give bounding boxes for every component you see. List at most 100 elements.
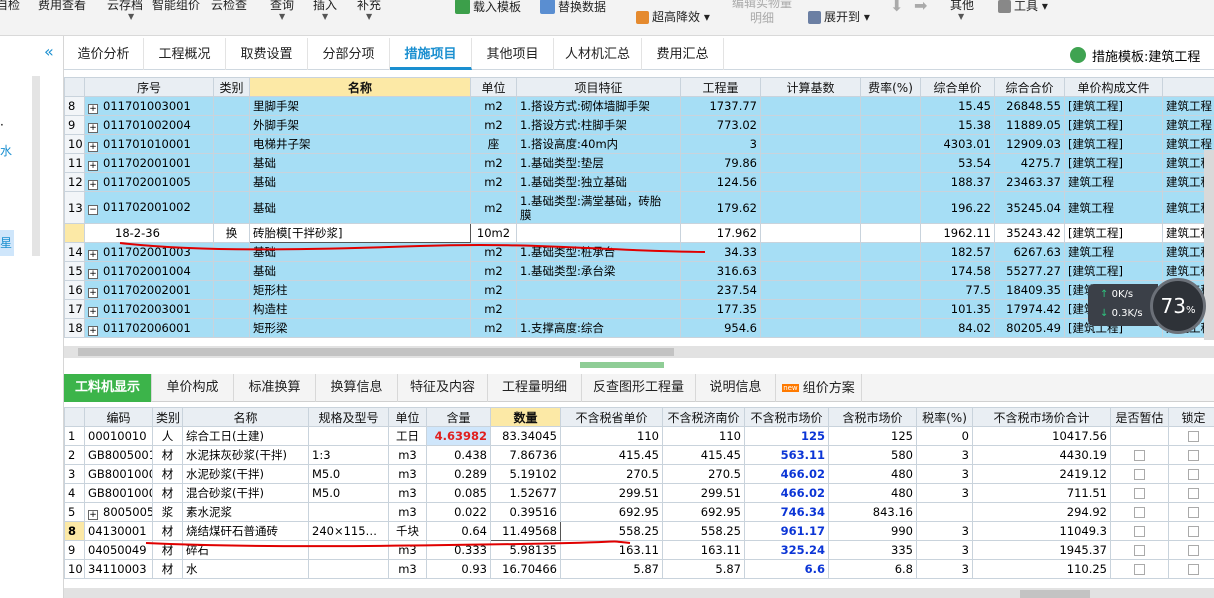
header-unit-price[interactable]: 综合单价 [920,77,995,97]
code-cell[interactable]: +011702002001 [84,280,214,300]
name-cell[interactable]: 基础 [249,172,471,192]
provisional-cell[interactable] [1110,540,1169,560]
name-cell[interactable]: 水泥抹灰砂浆(干拌) [182,445,309,465]
name-cell[interactable]: 水 [182,559,309,579]
provisional-cell[interactable] [1110,483,1169,503]
code-cell[interactable]: 00010010 [84,426,153,446]
table-row[interactable]: 1 00010010 人综合工日(土建) 工日 4.63982 83.34045 110 11… [64,426,1214,446]
tab-other-items[interactable]: 其他项目 [472,38,554,70]
tab-feature-content[interactable]: 特征及内容 [398,374,488,402]
expand-to-button[interactable]: 展开到 ▾ [808,8,870,25]
fee-view-button[interactable]: 费用查看 [38,0,86,13]
provisional-cell[interactable] [1110,464,1169,484]
tax-rate-cell[interactable]: 3 [916,559,973,579]
spec-cell[interactable]: 1:3 [308,445,389,465]
feature-cell[interactable]: 1.搭设方式:柱脚手架 [516,115,681,135]
feature-cell[interactable]: 1.基础类型:垫层 [516,153,681,173]
quantity-cell[interactable]: 316.63 [680,261,761,281]
unit-cell[interactable]: m2 [470,242,517,262]
expand-icon[interactable]: + [88,249,98,260]
provisional-checkbox[interactable] [1134,564,1145,575]
name-cell[interactable]: 基础 [249,242,471,262]
price-file-cell[interactable]: [建筑工程] [1064,153,1163,173]
content-cell[interactable]: 0.289 [426,464,491,484]
name-cell[interactable]: 综合工日(土建) [182,426,309,446]
quantity-cell[interactable]: 17.962 [680,223,761,243]
height-reduction-button[interactable]: 超高降效 ▾ [636,8,710,25]
table-row[interactable]: 18-2-36 换砖胎模[干拌砂浆] 10m2 17.962 1962.11 35243.… [64,223,1214,243]
code-cell[interactable]: +011702006001 [84,318,214,338]
price-file-cell[interactable]: [建筑工程] [1064,223,1163,243]
collapse-icon[interactable]: « [44,42,54,61]
header-seq[interactable]: 序号 [84,77,214,97]
name-cell[interactable]: 矩形柱 [249,280,471,300]
unit-cell[interactable]: m3 [388,483,427,503]
cloud-save-button[interactable]: 云存档 [107,0,143,13]
content-cell[interactable]: 0.333 [426,540,491,560]
lower-header-lock[interactable]: 锁定 [1168,407,1214,427]
category-cell[interactable] [213,172,250,192]
lower-header-quantity[interactable]: 数量 [490,407,561,427]
taxed-price-cell[interactable]: 125 [828,426,917,446]
expand-icon[interactable]: + [88,160,98,171]
provisional-cell[interactable] [1110,521,1169,541]
market-price-cell[interactable]: 466.02 [744,464,829,484]
name-cell[interactable]: 里脚手架 [249,96,471,116]
lock-checkbox[interactable] [1188,431,1199,442]
header-name[interactable]: 名称 [249,77,471,97]
category-cell[interactable] [213,242,250,262]
chevron-down-icon[interactable]: ▼ [322,12,328,21]
expand-icon[interactable]: + [88,509,98,520]
unit-cell[interactable]: m3 [388,464,427,484]
table-row[interactable]: 16+011702002001矩形柱m2237.5477.518409.35[建… [64,280,1214,300]
unit-cell[interactable]: m2 [470,191,517,224]
lower-scroll-thumb[interactable] [1020,590,1090,598]
calc-base-cell[interactable] [760,261,861,281]
market-price-cell[interactable]: 6.6 [744,559,829,579]
code-cell[interactable]: +011702001004 [84,261,214,281]
market-price-cell[interactable]: 563.11 [744,445,829,465]
lower-header-tax-rate[interactable]: 税率(%) [916,407,973,427]
rate-cell[interactable] [860,242,921,262]
header-rate[interactable]: 费率(%) [860,77,921,97]
code-cell[interactable]: 34110003 [84,559,153,579]
category-cell[interactable] [213,191,250,224]
header-price-file[interactable]: 单价构成文件 [1064,77,1163,97]
quantity-cell[interactable]: 16.70466 [490,559,561,579]
feature-cell[interactable]: 1.基础类型:满堂基础，砖胎膜 [516,191,681,224]
code-cell[interactable]: +011702001001 [84,153,214,173]
lock-checkbox[interactable] [1188,507,1199,518]
category-cell[interactable]: 材 [152,540,183,560]
code-cell[interactable]: 04050049 [84,540,153,560]
unit-cell[interactable]: m3 [388,445,427,465]
unit-cell[interactable]: 工日 [388,426,427,446]
tax-rate-cell[interactable]: 0 [916,426,973,446]
provisional-cell[interactable] [1110,445,1169,465]
category-cell[interactable] [213,299,250,319]
header-unit[interactable]: 单位 [470,77,517,97]
lock-cell[interactable] [1168,521,1214,541]
header-category[interactable]: 类别 [213,77,250,97]
provisional-checkbox[interactable] [1134,469,1145,480]
unit-cell[interactable]: m2 [470,280,517,300]
scroll-thumb[interactable] [78,348,674,356]
spec-cell[interactable] [308,540,389,560]
tax-rate-cell[interactable] [916,502,973,522]
calc-base-cell[interactable] [760,191,861,224]
calc-base-cell[interactable] [760,280,861,300]
cpu-usage-gauge[interactable]: 73% [1150,278,1206,334]
tab-project-overview[interactable]: 工程概况 [144,38,226,70]
tab-cost-analysis[interactable]: 造价分析 [64,38,144,70]
expand-icon[interactable]: + [88,179,98,190]
tab-standard-conversion[interactable]: 标准换算 [234,374,316,402]
chevron-down-icon[interactable]: ▼ [958,12,964,21]
table-row[interactable]: 12 +011702001005 基础 m2 1.基础类型:独立基础 124.56 188.… [64,172,1214,192]
category-cell[interactable]: 换 [213,223,250,243]
lower-header-jinan-price[interactable]: 不含税济南价 [662,407,745,427]
unit-cell[interactable]: m2 [470,153,517,173]
ext-cell[interactable]: 建筑工程 [1162,115,1214,135]
table-row[interactable]: 4GB80010001材混合砂浆(干拌)M5.0m30.0851.5267729… [64,483,1214,503]
code-cell[interactable]: +80050057 [84,502,153,522]
header-calc-base[interactable]: 计算基数 [760,77,861,97]
rate-cell[interactable] [860,115,921,135]
